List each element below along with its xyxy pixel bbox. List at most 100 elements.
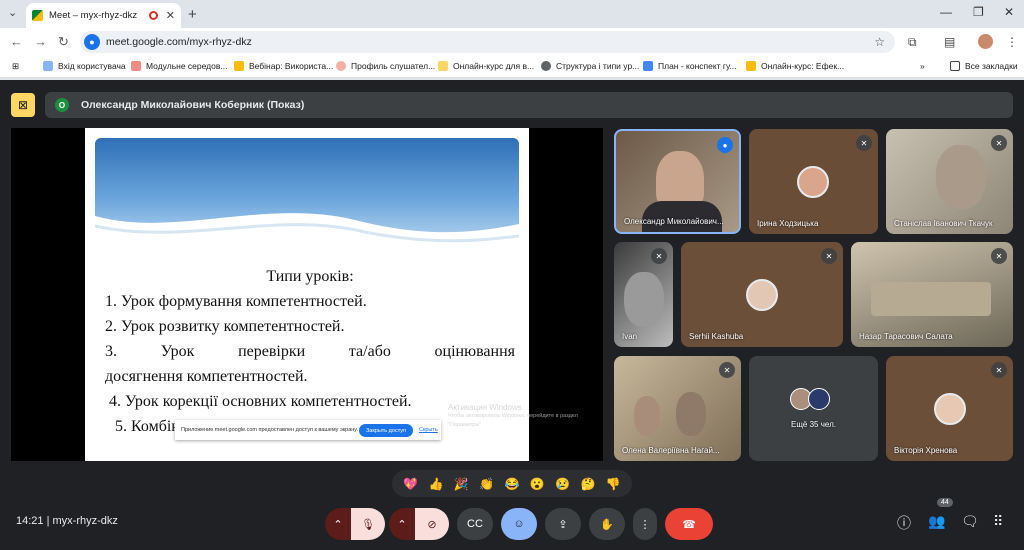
leave-call-button[interactable]: ☎ [665,508,713,540]
hide-notice-link[interactable]: Скрыть [419,427,438,433]
participant-tile[interactable]: ✕ Вікторія Хренова [886,356,1013,461]
camera-toggle-button[interactable]: ⊘ [415,508,449,540]
restore-button[interactable]: ❐ [973,5,984,19]
meeting-controls-bar: 14:21 | myx-rhyz-dkz ⌃ 🎙 ⌃ ⊘ CC ☺ ⇪ ✋ ⋮ … [0,498,1024,550]
captions-button[interactable]: CC [457,508,493,540]
reaction-heart-icon[interactable]: 💖 [403,477,418,491]
mic-off-icon: ✕ [991,248,1007,264]
bookmark-8[interactable]: Онлайн-курс: Ефек... [746,61,844,71]
reaction-sad-icon[interactable]: 😢 [555,477,570,491]
bookmark-7[interactable]: План - конспект гу... [643,61,737,71]
present-button[interactable]: ⇪ [545,508,581,540]
bookmark-6[interactable]: Структура і типи ур... [541,61,639,71]
menu-kebab-icon[interactable]: ⋮ [1006,35,1018,49]
participant-avatar [797,166,829,198]
participant-avatar [808,388,830,410]
participant-tile[interactable]: ✕ Назар Тарасович Салата [851,242,1013,347]
participant-tile[interactable]: ✕ Олена Валеріївна Нагай... [614,356,741,461]
all-bookmarks[interactable]: Все закладки [950,61,1018,71]
tab-meet[interactable]: Meet – myx-rhyz-dkz ✕ [26,3,181,28]
site-info-icon[interactable]: ● [84,34,100,50]
bookmark-2[interactable]: Модульне середов... [131,61,227,71]
bookmark-favicon-icon [541,61,551,71]
bookmark-4[interactable]: Профиль слушател... [336,61,435,71]
hang-up-icon: ☎ [682,518,696,531]
side-panel-icon[interactable]: ▤ [944,35,955,49]
mic-off-icon: ✕ [856,135,872,151]
more-participants-label: Ещё 35 чел. [791,420,836,429]
mic-off-icon: 🎙 [361,518,375,531]
participant-avatar [934,393,966,425]
reaction-thumbs-down-icon[interactable]: 👎 [606,477,621,491]
bookmark-3[interactable]: Вебінар: Використа... [234,61,333,71]
bookmark-1[interactable]: Вхід користувача [43,61,126,71]
more-vert-icon: ⋮ [639,518,651,531]
stop-sharing-button[interactable]: Закрыть доступ [359,424,413,437]
reaction-thinking-icon[interactable]: 🤔 [580,477,595,491]
participant-video [936,145,986,209]
presenter-bar: О Олександр Миколайович Коберник (Показ) [45,92,1013,118]
new-tab-button[interactable]: + [188,6,197,23]
reaction-thumbs-up-icon[interactable]: 👍 [429,477,444,491]
folder-icon [950,61,960,71]
reaction-surprised-icon[interactable]: 😮 [530,477,545,491]
camera-options-button[interactable]: ⌃ [389,508,415,540]
tab-title: Meet – myx-rhyz-dkz [49,10,138,21]
people-icon[interactable]: 👥 [928,513,945,530]
hand-icon: ✋ [600,518,614,531]
participant-name: Олена Валеріївна Нагай... [622,446,720,455]
participant-tile[interactable]: ✕ Станіслав Іванович Ткачук [886,129,1013,234]
participant-tile[interactable]: ✕ Ivan [614,242,673,347]
close-window-button[interactable]: ✕ [1004,5,1014,19]
chat-icon[interactable]: 🗨 [961,513,979,530]
reaction-laugh-icon[interactable]: 😂 [505,477,520,491]
slide-item: досягнення компетентностей. [105,368,308,385]
meeting-info-icon[interactable]: ⓘ [897,513,911,533]
mic-toggle-button[interactable]: 🎙 [351,508,385,540]
participant-tile[interactable]: ✕ Serhii Kashuba [681,242,843,347]
extensions-icon[interactable]: ⧉ [908,35,917,50]
participant-name: Serhii Kashuba [689,332,744,341]
watermark-title: Активация Windows [448,403,522,412]
bookmark-star-icon[interactable]: ☆ [874,35,885,49]
mic-options-button[interactable]: ⌃ [325,508,351,540]
people-count-badge: 44 [937,498,953,507]
bookmark-favicon-icon [746,61,756,71]
profile-avatar[interactable] [978,34,993,49]
apps-grid-icon[interactable]: ⊞ [12,61,19,72]
browser-toolbar: ← → ↻ ● meet.google.com/myx-rhyz-dkz ☆ ⧉… [0,28,1024,56]
address-bar[interactable]: ● meet.google.com/myx-rhyz-dkz ☆ [80,31,895,53]
forward-icon[interactable]: → [34,34,47,49]
activities-icon[interactable]: ⠿ [993,513,1003,530]
participant-tile[interactable]: ✕ Ірина Ходзицька [749,129,878,234]
reaction-clap-icon[interactable]: 👏 [479,477,494,491]
presentation-icon[interactable]: ⊠ [11,93,35,117]
participant-video [624,272,664,327]
bookmark-label: Профиль слушател... [351,61,436,71]
slide-wave-graphic [95,213,519,248]
participant-tile[interactable]: ● Олександр Миколайович... [614,129,741,234]
meet-window: ⊠ О Олександр Миколайович Коберник (Пока… [0,80,1024,550]
back-icon[interactable]: ← [10,34,23,49]
reload-icon[interactable]: ↻ [58,34,69,50]
reaction-party-icon[interactable]: 🎉 [454,477,469,491]
participant-name: Вікторія Хренова [894,446,958,455]
slide-item: 2. Урок розвитку компетентностей. [105,318,345,335]
browser-chrome: ⌄ Meet – myx-rhyz-dkz ✕ + — ❐ ✕ ← → ↻ ● … [0,0,1024,80]
bookmark-label: Онлайн-курс: Ефек... [761,61,845,71]
raise-hand-button[interactable]: ✋ [589,508,625,540]
minimize-button[interactable]: — [940,5,952,19]
mic-off-icon: ✕ [821,248,837,264]
tab-close-icon[interactable]: ✕ [166,9,175,22]
tab-search-icon[interactable]: ⌄ [8,6,17,19]
bookmark-5[interactable]: Онлайн-курс для в... [438,61,534,71]
participant-name: Ірина Ходзицька [757,219,819,228]
more-participants-tile[interactable]: Ещё 35 чел. [749,356,878,461]
more-options-button[interactable]: ⋮ [633,508,657,540]
emoji-button[interactable]: ☺ [501,508,537,540]
bookmarks-overflow-button[interactable]: » [920,61,925,71]
slide-banner [95,138,519,248]
control-buttons: ⌃ 🎙 ⌃ ⊘ CC ☺ ⇪ ✋ ⋮ ☎ [325,508,713,540]
participant-avatar [746,279,778,311]
mic-off-icon: ✕ [651,248,667,264]
